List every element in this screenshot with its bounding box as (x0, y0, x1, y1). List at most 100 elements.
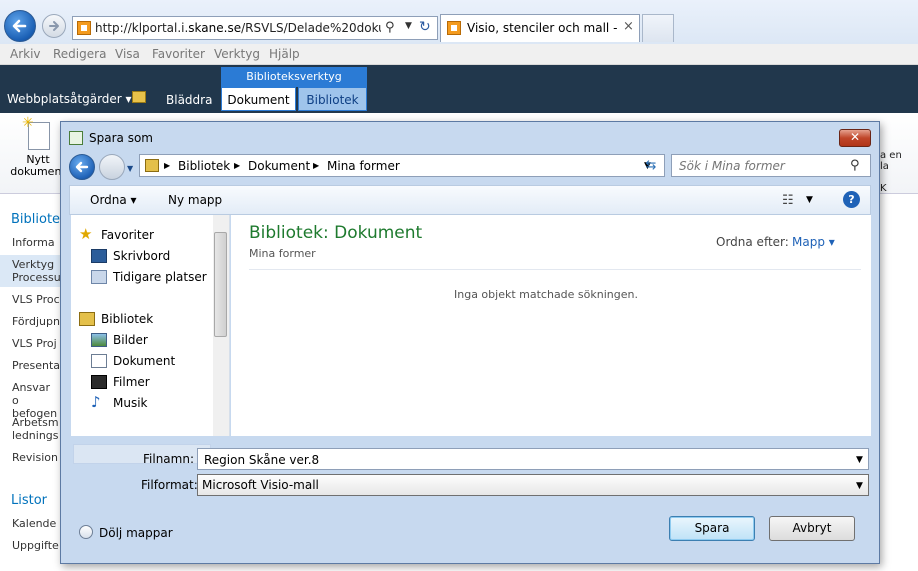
file-format-label: Filformat: (141, 478, 198, 492)
chevron-down-icon[interactable]: ▼ (856, 481, 863, 491)
save-button[interactable]: Spara (669, 516, 755, 541)
url-text[interactable]: http://klportal.i.skane.se/RSVLS/Delade%… (95, 21, 381, 35)
tab-title: Visio, stenciler och mall - A... (467, 21, 617, 35)
url-host: skane.se (188, 21, 242, 35)
menu-arkiv[interactable]: Arkiv (10, 47, 41, 61)
nav-label: Favoriter (101, 228, 154, 242)
pictures-icon (91, 333, 107, 347)
sidebar-heading-libraries[interactable]: Bibliote (11, 212, 60, 227)
menu-bar: Arkiv Redigera Visa Favoriter Verktyg Hj… (0, 44, 918, 65)
file-format-select[interactable]: Microsoft Visio-mall ▼ (197, 474, 869, 496)
navigate-up-icon[interactable] (132, 91, 146, 103)
tab-document[interactable]: Dokument (221, 87, 296, 111)
dialog-title: Spara som (89, 131, 153, 145)
sidebar-item[interactable]: Arbetsm lednings (12, 416, 60, 442)
nav-label: Musik (113, 396, 148, 410)
sharepoint-top-bar (0, 65, 918, 113)
breadcrumb[interactable]: ▶ Bibliotek ▶ Dokument ▶ Mina former ▼ (139, 154, 665, 177)
sidebar-item[interactable]: Ansvar o befogen (12, 381, 60, 420)
recent-places-icon (91, 270, 107, 284)
menu-visa[interactable]: Visa (115, 47, 140, 61)
sidebar-item[interactable]: VLS Proc (12, 293, 60, 306)
dialog-close-button[interactable]: ✕ (839, 129, 871, 147)
search-icon[interactable]: ⚲ (850, 158, 860, 173)
breadcrumb-dokument[interactable]: Dokument (248, 159, 310, 173)
arrange-by-label: Ordna efter: (716, 235, 789, 249)
sidebar-item[interactable]: Kalende (12, 517, 56, 530)
filename-label: Filnamn: (143, 452, 194, 466)
view-options-icon[interactable]: ☷ (782, 193, 794, 208)
file-format-value: Microsoft Visio-mall (202, 478, 319, 492)
sidebar-item[interactable]: Presenta (12, 359, 60, 372)
menu-redigera[interactable]: Redigera (53, 47, 106, 61)
music-note-icon: ♪ (91, 393, 101, 411)
ribbon-fragment-line: K (880, 183, 887, 194)
menu-favoriter[interactable]: Favoriter (152, 47, 205, 61)
arrange-by-dropdown[interactable]: Mapp ▾ (792, 235, 835, 249)
new-tab-button[interactable] (642, 14, 674, 42)
menu-hjalp[interactable]: Hjälp (269, 47, 300, 61)
dialog-toolbar: Ordna ▾ Ny mapp ☷ ▼ ? (69, 185, 871, 215)
nav-label: Dokument (113, 354, 176, 368)
forward-arrow-icon (49, 21, 59, 31)
browser-back-button[interactable] (4, 10, 36, 42)
browser-tab-active[interactable]: Visio, stenciler och mall - A... × (440, 14, 640, 42)
new-folder-button[interactable]: Ny mapp (168, 193, 222, 207)
breadcrumb-bibliotek[interactable]: Bibliotek (178, 159, 230, 173)
tab-favicon-icon (447, 21, 461, 35)
site-actions-menu[interactable]: Webbplatsåtgärder ▾ (7, 92, 132, 106)
hide-folders-button[interactable]: Dölj mappar (99, 526, 173, 540)
breadcrumb-mina-former[interactable]: Mina former (327, 159, 400, 173)
tab-close-icon[interactable]: × (623, 19, 634, 34)
library-tools-group: Biblioteksverktyg (221, 67, 367, 87)
menu-verktyg[interactable]: Verktyg (214, 47, 260, 61)
collapse-arrow-icon[interactable] (79, 525, 93, 539)
address-bar[interactable]: http://klportal.i.skane.se/RSVLS/Delade%… (72, 16, 438, 40)
search-field[interactable]: ⚲ (671, 154, 871, 177)
new-document-button[interactable]: Nytt dokument (8, 154, 68, 178)
refresh-icon[interactable]: ↻ (419, 19, 431, 35)
sidebar-item[interactable]: VLS Proj (12, 337, 57, 350)
tab-library[interactable]: Bibliotek (298, 87, 367, 111)
site-favicon-icon (77, 21, 91, 35)
refresh-icon[interactable]: ⇆ (639, 155, 663, 177)
navigation-pane: ★ Favoriter Skrivbord Tidigare platser B… (71, 215, 230, 464)
sidebar-heading-lists[interactable]: Listor (11, 493, 47, 508)
organize-button[interactable]: Ordna ▾ (90, 193, 137, 207)
nav-label: Tidigare platser (113, 270, 207, 284)
sidebar-item[interactable]: Revision (12, 451, 58, 464)
help-icon[interactable]: ? (843, 191, 860, 208)
star-icon: ★ (79, 225, 93, 243)
documents-icon (91, 354, 107, 368)
ribbon-fragment-line: la (880, 161, 889, 172)
tab-browse[interactable]: Bläddra (166, 93, 212, 107)
browser-forward-button[interactable] (42, 14, 66, 38)
cancel-button[interactable]: Avbryt (769, 516, 855, 541)
filename-input[interactable] (202, 452, 846, 468)
sidebar-item[interactable]: Informa (12, 236, 55, 249)
sidebar-item[interactable]: Verktyg Processu (12, 258, 61, 284)
dialog-back-button[interactable] (69, 154, 95, 180)
chevron-right-icon[interactable]: ▶ (313, 161, 319, 170)
ribbon-fragment-gap (880, 172, 902, 183)
url-path: /RSVLS/Delade%20dokument/ (241, 21, 381, 35)
chevron-right-icon[interactable]: ▶ (234, 161, 240, 170)
filename-combobox[interactable]: ▼ (197, 448, 869, 470)
chevron-down-icon[interactable]: ▼ (856, 455, 863, 465)
ribbon-right-fragment: a en la K (880, 150, 902, 194)
search-input[interactable] (677, 158, 851, 174)
film-icon (91, 375, 107, 389)
history-dropdown-icon[interactable]: ▼ (127, 164, 133, 173)
sidebar-item[interactable]: Uppgifte (12, 539, 59, 552)
sidebar-item[interactable]: Fördjupn (12, 315, 60, 328)
chevron-right-icon[interactable]: ▶ (164, 161, 170, 170)
chevron-down-icon[interactable]: ▼ (405, 21, 412, 31)
nav-label: Bilder (113, 333, 148, 347)
chevron-down-icon[interactable]: ▼ (806, 195, 813, 205)
empty-state-message: Inga objekt matchade sökningen. (454, 288, 638, 301)
desktop-icon (91, 249, 107, 263)
search-icon[interactable]: ⚲ (385, 20, 395, 35)
nav-scrollbar-thumb[interactable] (214, 232, 227, 337)
new-star-icon: ✳ (22, 115, 34, 131)
dialog-forward-button[interactable] (99, 154, 125, 180)
